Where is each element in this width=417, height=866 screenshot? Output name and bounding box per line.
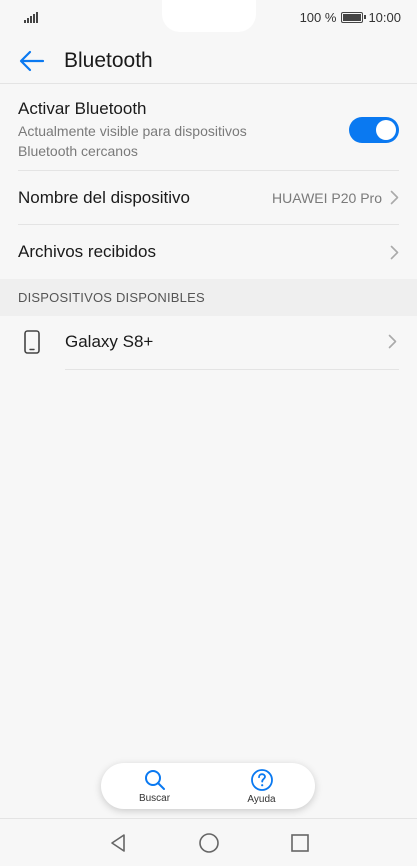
camera-notch <box>162 0 256 32</box>
nav-recents-icon[interactable] <box>290 833 310 853</box>
battery-percent: 100 % <box>299 9 337 25</box>
device-name-label: Nombre del dispositivo <box>18 187 190 207</box>
bluetooth-toggle-title: Activar Bluetooth <box>18 99 147 118</box>
available-devices-header: DISPOSITIVOS DISPONIBLES <box>0 279 417 316</box>
nav-back-icon[interactable] <box>108 833 128 853</box>
chevron-right-icon <box>390 190 399 205</box>
bluetooth-toggle-row[interactable]: Activar Bluetooth Actualmente visible pa… <box>18 90 399 171</box>
device-name: Galaxy S8+ <box>65 332 154 351</box>
device-name-row[interactable]: Nombre del dispositivo HUAWEI P20 Pro <box>18 171 399 225</box>
visibility-subtitle-line1: Actualmente visible para dispositivos <box>18 123 247 139</box>
help-icon <box>250 768 273 791</box>
received-files-row[interactable]: Archivos recibidos <box>18 225 399 279</box>
device-item-galaxy[interactable]: Galaxy S8+ <box>0 316 417 370</box>
bottom-action-menu: Buscar Ayuda <box>101 763 315 809</box>
received-files-label: Archivos recibidos <box>18 242 156 261</box>
toggle-knob <box>376 120 396 140</box>
nav-home-icon[interactable] <box>198 832 220 854</box>
help-label: Ayuda <box>247 793 276 805</box>
search-label: Buscar <box>138 792 171 804</box>
chevron-right-icon <box>388 334 397 349</box>
divider <box>65 369 399 370</box>
app-header: Bluetooth <box>0 38 417 84</box>
back-arrow-icon <box>19 50 45 71</box>
visibility-subtitle-line2: Bluetooth cercanos <box>18 143 138 159</box>
page-title: Bluetooth <box>64 48 153 72</box>
device-name-value: HUAWEI P20 Pro <box>272 189 382 206</box>
signal-icon <box>24 11 38 23</box>
smartphone-icon <box>24 330 40 354</box>
help-button[interactable]: Ayuda <box>222 768 302 805</box>
back-button[interactable] <box>0 38 64 84</box>
clock: 10:00 <box>368 9 401 25</box>
section-title: DISPOSITIVOS DISPONIBLES <box>18 290 205 305</box>
search-button[interactable]: Buscar <box>115 769 195 804</box>
bluetooth-toggle-switch[interactable] <box>349 117 399 143</box>
battery-icon <box>341 11 367 23</box>
system-nav-bar <box>0 818 417 866</box>
chevron-right-icon <box>390 245 399 259</box>
search-icon <box>144 769 165 790</box>
